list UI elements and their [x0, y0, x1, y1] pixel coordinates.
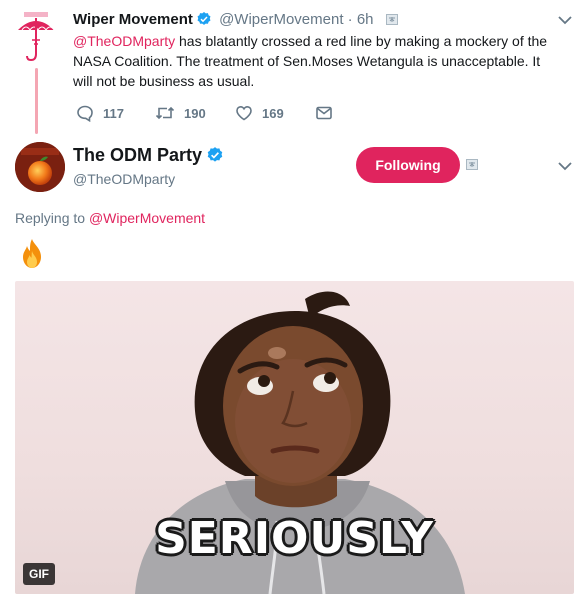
retweet-count: 190 — [184, 105, 206, 121]
following-button[interactable]: Following — [356, 147, 460, 183]
main-author-handle[interactable]: @TheODMparty — [73, 171, 175, 187]
reply-button[interactable]: 117 — [76, 102, 124, 124]
odm-logo — [15, 142, 65, 192]
reply-count: 117 — [103, 105, 124, 121]
reply-icon — [77, 105, 93, 122]
replying-to: Replying to @WiperMovement — [15, 210, 205, 226]
verified-icon — [197, 12, 211, 25]
replying-to-mention[interactable]: @WiperMovement — [89, 210, 205, 226]
gif-badge: GIF — [23, 563, 55, 585]
wiper-avatar[interactable] — [14, 10, 58, 68]
direct-message-icon — [316, 106, 332, 120]
like-count: 169 — [262, 105, 284, 121]
odm-avatar[interactable] — [15, 142, 65, 192]
translate-icon[interactable] — [466, 159, 478, 170]
parent-timestamp[interactable]: 6h — [357, 11, 374, 28]
chevron-down-icon[interactable] — [558, 162, 572, 171]
replying-to-prefix: Replying to — [15, 210, 89, 226]
like-button[interactable]: 169 — [235, 102, 284, 124]
like-icon — [236, 105, 252, 121]
parent-author-name[interactable]: Wiper Movement — [73, 11, 193, 28]
chevron-down-icon[interactable] — [558, 16, 572, 25]
retweet-icon — [155, 106, 175, 120]
fire-emoji — [23, 239, 41, 268]
retweet-button[interactable]: 190 — [155, 102, 206, 124]
mention-link[interactable]: @TheODMparty — [73, 33, 175, 49]
translate-icon[interactable] — [385, 14, 398, 25]
parent-tweet-header: Wiper Movement @WiperMovement · 6h — [73, 11, 398, 28]
verified-icon — [207, 147, 223, 162]
main-author-name-row: The ODM Party — [73, 145, 224, 166]
direct-message-button[interactable] — [315, 102, 333, 124]
parent-tweet-actions: 117 190 169 — [73, 102, 373, 124]
separator-dot: · — [347, 11, 353, 28]
gif-media[interactable]: SERIOUSLY GIF — [15, 281, 574, 594]
gif-caption: SERIOUSLY — [155, 513, 434, 564]
main-author-name[interactable]: The ODM Party — [73, 145, 202, 165]
thread-connector — [35, 68, 38, 134]
parent-author-handle[interactable]: @WiperMovement — [219, 11, 343, 28]
parent-tweet-text: @TheODMparty has blatantly crossed a red… — [73, 31, 551, 91]
